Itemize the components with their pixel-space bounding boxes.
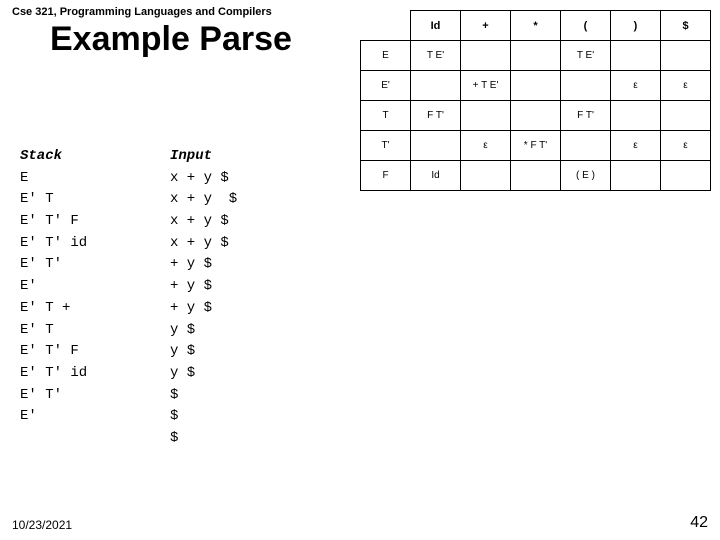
parse-table-cell [611, 101, 661, 131]
trace-input-cell: y $ [170, 363, 195, 385]
trace-input-cell: $ [170, 406, 178, 428]
page-title: Example Parse [50, 20, 292, 59]
parse-table-row-header: T' [361, 131, 411, 161]
trace-row: $ [20, 428, 237, 450]
trace-row: Ex + y $ [20, 168, 237, 190]
trace-stack-cell: E' [20, 276, 170, 298]
parse-table-cell: + T E' [461, 71, 511, 101]
parse-table-col-header: + [461, 11, 511, 41]
parse-trace: Stack Input Ex + y $E' Tx + y $E' T' Fx … [20, 146, 237, 450]
parse-table-row: ET E'T E' [361, 41, 711, 71]
parse-table-col-header: Id [411, 11, 461, 41]
trace-row: E' Ty $ [20, 320, 237, 342]
trace-row: E' T ++ y $ [20, 298, 237, 320]
trace-row: E' Tx + y $ [20, 189, 237, 211]
parse-table-cell: ε [611, 131, 661, 161]
trace-row: E' T' idx + y $ [20, 233, 237, 255]
parse-table-cell [461, 41, 511, 71]
trace-stack-cell: E' T' F [20, 211, 170, 233]
trace-input-cell: + y $ [170, 298, 212, 320]
trace-stack-cell: E' T' [20, 385, 170, 407]
parse-table-col-header: $ [661, 11, 711, 41]
parse-table-row: FId ( E ) [361, 161, 711, 191]
trace-input-cell: + y $ [170, 276, 212, 298]
parse-table-cell: F T' [561, 101, 611, 131]
parse-table-row: TF T'F T' [361, 101, 711, 131]
parse-table-cell [411, 131, 461, 161]
footer-page-number: 42 [690, 514, 708, 532]
parse-table-cell: T E' [411, 41, 461, 71]
parse-table-cell [461, 161, 511, 191]
parse-table-cell: ε [461, 131, 511, 161]
parse-table-cell: ( E ) [561, 161, 611, 191]
parse-table-corner [361, 11, 411, 41]
trace-header-input: Input [170, 146, 212, 168]
parse-table-row-header: F [361, 161, 411, 191]
parse-table: Id+*()$ ET E'T E'E'+ T E'εεTF T'F T'T'ε*… [360, 10, 711, 191]
parse-table-cell: T E' [561, 41, 611, 71]
parse-table-col-header: ( [561, 11, 611, 41]
trace-stack-cell [20, 428, 170, 450]
parse-table-cell [611, 161, 661, 191]
parse-table-cell: ε [611, 71, 661, 101]
trace-input-cell: x + y $ [170, 233, 229, 255]
trace-row: E'+ y $ [20, 276, 237, 298]
parse-table-cell [561, 131, 611, 161]
parse-table-cell [561, 71, 611, 101]
trace-row: E' T' Fx + y $ [20, 211, 237, 233]
trace-stack-cell: E' T' id [20, 233, 170, 255]
trace-stack-cell: E' [20, 406, 170, 428]
parse-table-cell [611, 41, 661, 71]
parse-table-row-header: T [361, 101, 411, 131]
parse-table-cell: ε [661, 131, 711, 161]
parse-table-row: T'ε* F T'εε [361, 131, 711, 161]
trace-input-cell: x + y $ [170, 168, 229, 190]
trace-stack-cell: E' T + [20, 298, 170, 320]
parse-table-cell [511, 101, 561, 131]
parse-table-cell [511, 161, 561, 191]
parse-table-cell: Id [411, 161, 461, 191]
trace-input-cell: + y $ [170, 254, 212, 276]
trace-input-cell: $ [170, 428, 178, 450]
parse-table-cell: ε [661, 71, 711, 101]
parse-table-cell [461, 101, 511, 131]
parse-table-row: E' + T E' εε [361, 71, 711, 101]
trace-stack-cell: E' T [20, 189, 170, 211]
trace-header-stack: Stack [20, 146, 170, 168]
parse-table-col-header: ) [611, 11, 661, 41]
parse-table-cell [411, 71, 461, 101]
parse-table-cell [661, 41, 711, 71]
trace-input-cell: x + y $ [170, 211, 229, 233]
trace-header-row: Stack Input [20, 146, 237, 168]
course-label: Cse 321, Programming Languages and Compi… [12, 6, 272, 18]
trace-row: E' T' idy $ [20, 363, 237, 385]
trace-input-cell: x + y $ [170, 189, 237, 211]
trace-row: E' T'+ y $ [20, 254, 237, 276]
footer-date: 10/23/2021 [12, 518, 72, 532]
parse-table-row-header: E' [361, 71, 411, 101]
parse-table-cell: F T' [411, 101, 461, 131]
trace-stack-cell: E' T' [20, 254, 170, 276]
trace-input-cell: $ [170, 385, 178, 407]
parse-table-cell [511, 41, 561, 71]
trace-row: E'$ [20, 406, 237, 428]
trace-stack-cell: E' T' F [20, 341, 170, 363]
trace-row: E' T'$ [20, 385, 237, 407]
trace-input-cell: y $ [170, 320, 195, 342]
trace-row: E' T' Fy $ [20, 341, 237, 363]
trace-stack-cell: E' T' id [20, 363, 170, 385]
trace-input-cell: y $ [170, 341, 195, 363]
parse-table-col-header: * [511, 11, 561, 41]
parse-table-cell [661, 101, 711, 131]
parse-table-row-header: E [361, 41, 411, 71]
parse-table-cell [661, 161, 711, 191]
parse-table-cell: * F T' [511, 131, 561, 161]
parse-table-cell [511, 71, 561, 101]
trace-stack-cell: E [20, 168, 170, 190]
trace-stack-cell: E' T [20, 320, 170, 342]
